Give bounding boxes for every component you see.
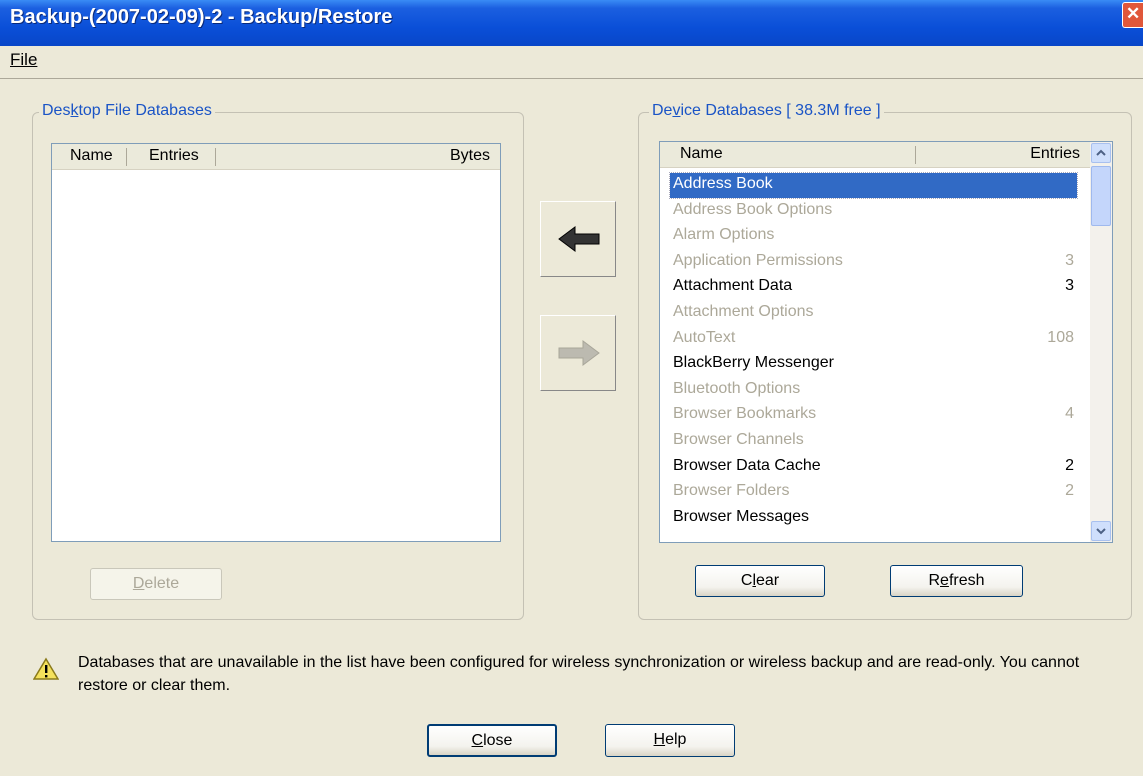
table-row[interactable]: Browser Messages xyxy=(670,506,1077,531)
col-entries[interactable]: Entries xyxy=(149,147,199,165)
row-entries: 2 xyxy=(1065,456,1074,474)
desktop-list-header: Name Entries Bytes xyxy=(52,144,500,170)
delete-button[interactable]: Delete xyxy=(90,568,222,600)
row-entries: 3 xyxy=(1065,251,1074,269)
table-row[interactable]: Browser Folders 2 xyxy=(670,480,1077,505)
table-row[interactable]: BlackBerry Messenger xyxy=(670,352,1077,377)
window-title: Backup-(2007-02-09)-2 - Backup/Restore xyxy=(10,6,393,28)
table-row[interactable]: Browser Channels xyxy=(670,429,1077,454)
table-row[interactable]: Address Book Options xyxy=(670,199,1077,224)
row-entries: 108 xyxy=(1047,328,1074,346)
menu-bar: File xyxy=(0,46,1143,79)
clear-button[interactable]: Clear xyxy=(695,565,825,597)
title-bar: Backup-(2007-02-09)-2 - Backup/Restore ✕ xyxy=(0,0,1143,46)
row-name: AutoText xyxy=(673,328,736,346)
col-name[interactable]: Name xyxy=(680,145,723,163)
row-name: Alarm Options xyxy=(673,226,775,244)
row-name: Browser Messages xyxy=(673,507,810,525)
scroll-down-button[interactable] xyxy=(1091,521,1111,541)
desktop-database-list[interactable]: Name Entries Bytes xyxy=(51,143,501,542)
help-button[interactable]: Help xyxy=(605,724,735,757)
window-close-button[interactable]: ✕ xyxy=(1122,2,1143,28)
row-name: BlackBerry Messenger xyxy=(673,354,834,372)
readonly-note: Databases that are unavailable in the li… xyxy=(78,654,1080,694)
row-entries: 4 xyxy=(1065,405,1074,423)
menu-file[interactable]: File xyxy=(10,50,37,70)
desktop-databases-group: Desktop File Databases Name Entries Byte… xyxy=(32,102,524,620)
row-entries: 3 xyxy=(1065,277,1074,295)
row-name: Browser Data Cache xyxy=(673,456,821,474)
restore-arrow-button[interactable] xyxy=(540,201,616,277)
row-name: Address Book Options xyxy=(673,200,833,218)
chevron-down-icon xyxy=(1096,528,1106,535)
table-row[interactable]: AutoText 108 xyxy=(670,327,1077,352)
warning-icon xyxy=(33,657,59,680)
row-name: Attachment Data xyxy=(673,277,793,295)
device-database-list[interactable]: Name Entries Address Book Address Book Op… xyxy=(659,141,1113,543)
device-databases-group: Device Databases [ 38.3M free ] Name Ent… xyxy=(638,102,1132,620)
col-bytes[interactable]: Bytes xyxy=(450,147,490,165)
refresh-button[interactable]: Refresh xyxy=(890,565,1023,597)
scroll-up-button[interactable] xyxy=(1091,143,1111,163)
table-row[interactable]: Alarm Options xyxy=(670,224,1077,249)
table-row[interactable]: Application Permissions 3 xyxy=(670,250,1077,275)
table-row[interactable]: Attachment Options xyxy=(670,301,1077,326)
desktop-databases-label: Desktop File Databases xyxy=(39,102,215,120)
row-name: Attachment Options xyxy=(673,303,814,320)
row-entries: 2 xyxy=(1065,482,1074,500)
table-row[interactable]: Bluetooth Options xyxy=(670,378,1077,403)
row-name: Address Book xyxy=(673,175,773,192)
chevron-up-icon xyxy=(1096,149,1106,156)
col-entries[interactable]: Entries xyxy=(1030,145,1080,163)
row-name: Bluetooth Options xyxy=(673,379,801,397)
row-name: Browser Bookmarks xyxy=(673,405,817,423)
left-arrow-icon xyxy=(558,226,600,252)
row-name: Browser Channels xyxy=(673,431,804,448)
device-list-header: Name Entries xyxy=(660,142,1090,168)
col-name[interactable]: Name xyxy=(70,147,113,165)
backup-arrow-button[interactable] xyxy=(540,315,616,391)
table-row[interactable]: Attachment Data 3 xyxy=(670,275,1077,300)
table-row[interactable]: Browser Bookmarks 4 xyxy=(670,403,1077,428)
right-arrow-icon xyxy=(558,340,600,366)
row-name: Browser Folders xyxy=(673,482,790,500)
table-row[interactable]: Address Book xyxy=(669,172,1078,199)
vertical-scrollbar[interactable] xyxy=(1090,142,1112,542)
scroll-thumb[interactable] xyxy=(1091,166,1111,226)
close-icon: ✕ xyxy=(1126,4,1141,23)
table-row[interactable]: Browser Data Cache 2 xyxy=(670,455,1077,480)
close-button[interactable]: Close xyxy=(427,724,557,757)
device-databases-label: Device Databases [ 38.3M free ] xyxy=(649,102,884,120)
row-name: Application Permissions xyxy=(673,251,843,269)
